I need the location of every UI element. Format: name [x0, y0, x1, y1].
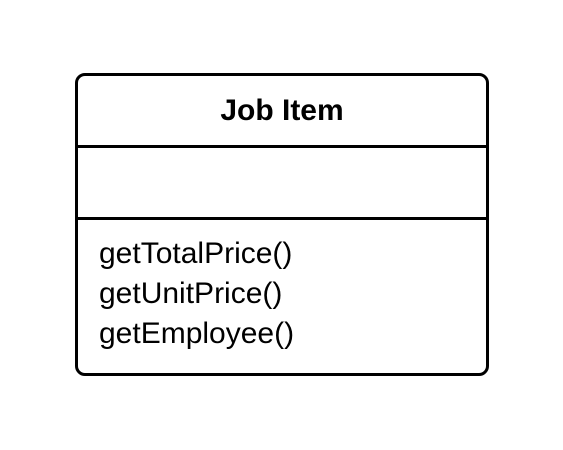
- operation-get-total-price: getTotalPrice(): [99, 237, 293, 270]
- class-name: Job Item: [220, 93, 344, 127]
- operation-get-employee: getEmployee(): [99, 317, 295, 350]
- uml-class-box: Job Item getTotalPrice() getUnitPrice() …: [75, 73, 489, 376]
- operation-get-unit-price: getUnitPrice(): [99, 277, 283, 310]
- operations-compartment: getTotalPrice() getUnitPrice() getEmploy…: [78, 220, 486, 373]
- class-name-compartment: Job Item: [78, 76, 486, 148]
- attributes-compartment: [78, 148, 486, 220]
- operations-list: getTotalPrice() getUnitPrice() getEmploy…: [99, 234, 486, 354]
